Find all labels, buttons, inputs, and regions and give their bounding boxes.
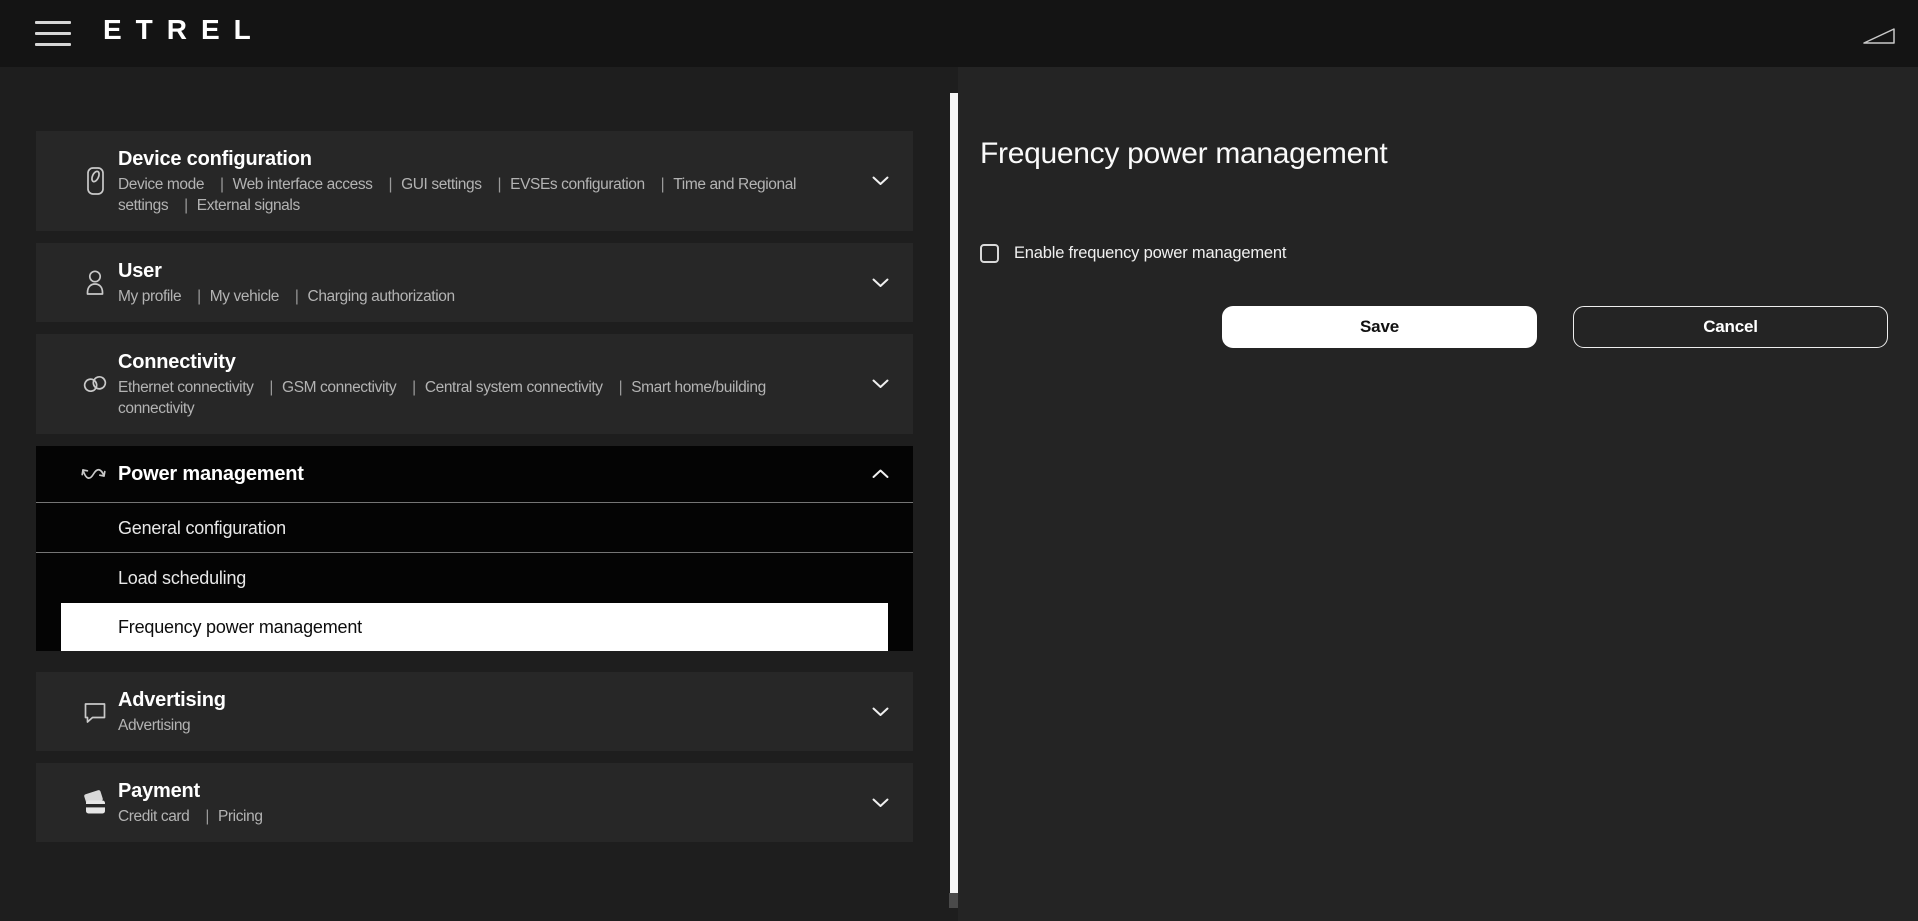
chevron-down-icon[interactable] xyxy=(872,278,889,288)
section-title: Device configuration xyxy=(118,146,838,172)
credit-card-icon xyxy=(76,787,114,819)
menu-item-frequency-power-management-selected[interactable]: Frequency power management xyxy=(61,603,888,651)
chevron-up-icon[interactable] xyxy=(872,469,889,479)
enable-frequency-checkbox-label[interactable]: Enable frequency power management xyxy=(1014,244,1286,263)
speech-bubble-icon xyxy=(76,696,114,728)
section-title: Power management xyxy=(118,461,838,487)
page-title: Frequency power management xyxy=(980,137,1387,171)
section-device-configuration[interactable]: Device configuration Device mode Web int… xyxy=(36,131,913,231)
enable-checkbox-row: Enable frequency power management xyxy=(980,244,1286,263)
hamburger-menu-icon[interactable] xyxy=(35,21,71,46)
content-panel: Frequency power management Enable freque… xyxy=(958,67,1918,921)
section-payment[interactable]: Payment Credit card Pricing xyxy=(36,763,913,842)
section-subpages: Credit card Pricing xyxy=(118,806,838,827)
enable-frequency-checkbox[interactable] xyxy=(980,244,999,263)
menu-item-load-scheduling[interactable]: Load scheduling xyxy=(36,552,913,602)
section-title: Advertising xyxy=(118,687,838,713)
chevron-down-icon[interactable] xyxy=(872,707,889,717)
chevron-down-icon[interactable] xyxy=(872,176,889,186)
signal-strength-icon xyxy=(1862,27,1896,45)
section-subpages: My profile My vehicle Charging authoriza… xyxy=(118,286,838,307)
settings-sidebar: Device configuration Device mode Web int… xyxy=(36,131,913,854)
cancel-button[interactable]: Cancel xyxy=(1573,306,1888,348)
chevron-down-icon[interactable] xyxy=(872,798,889,808)
section-connectivity[interactable]: Connectivity Ethernet connectivity GSM c… xyxy=(36,334,913,434)
etrel-logo: ETREL xyxy=(103,14,265,46)
device-icon xyxy=(76,165,114,197)
scrollbar-track[interactable] xyxy=(950,93,958,908)
save-button[interactable]: Save xyxy=(1222,306,1537,348)
section-subpages: Ethernet connectivity GSM connectivity C… xyxy=(118,377,838,419)
section-advertising[interactable]: Advertising Advertising xyxy=(36,672,913,751)
menu-item-general-configuration[interactable]: General configuration xyxy=(36,502,913,552)
section-power-management-header[interactable]: Power management xyxy=(36,446,913,502)
link-icon xyxy=(76,368,114,400)
section-title: Payment xyxy=(118,778,838,804)
section-power-management: Power management General configuration L… xyxy=(36,446,913,651)
app-screen: ETREL Device configuration Device mode W… xyxy=(0,0,1918,921)
top-bar: ETREL xyxy=(0,0,1918,67)
section-title: Connectivity xyxy=(118,349,838,375)
power-wave-icon xyxy=(76,461,114,487)
chevron-down-icon[interactable] xyxy=(872,379,889,389)
section-title: User xyxy=(118,258,838,284)
user-icon xyxy=(76,267,114,299)
section-subpages: Advertising xyxy=(118,715,838,736)
section-user[interactable]: User My profile My vehicle Charging auth… xyxy=(36,243,913,322)
section-subpages: Device mode Web interface access GUI set… xyxy=(118,174,838,216)
